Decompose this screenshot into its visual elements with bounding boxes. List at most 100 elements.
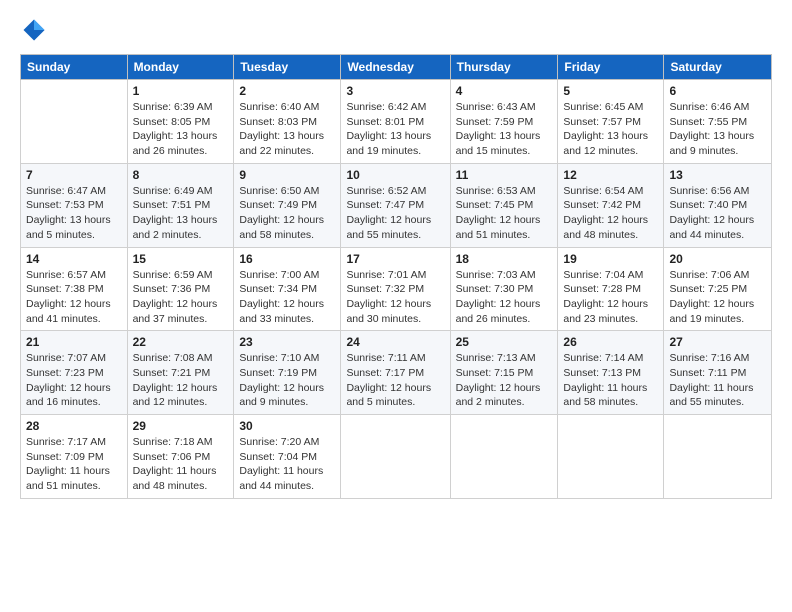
calendar-cell: 7 Sunrise: 6:47 AMSunset: 7:53 PMDaylight… — [21, 163, 128, 247]
day-info: Sunrise: 6:45 AMSunset: 7:57 PMDaylight:… — [563, 100, 658, 159]
day-number: 10 — [346, 168, 444, 182]
day-number: 24 — [346, 335, 444, 349]
day-number: 1 — [133, 84, 229, 98]
day-info: Sunrise: 7:20 AMSunset: 7:04 PMDaylight:… — [239, 435, 335, 494]
calendar-cell: 23 Sunrise: 7:10 AMSunset: 7:19 PMDayligh… — [234, 331, 341, 415]
day-info: Sunrise: 6:52 AMSunset: 7:47 PMDaylight:… — [346, 184, 444, 243]
logo-icon — [20, 16, 48, 44]
day-number: 21 — [26, 335, 122, 349]
header — [20, 16, 772, 44]
calendar-cell: 9Sunrise: 6:50 AMSunset: 7:49 PMDaylight… — [234, 163, 341, 247]
day-info: Sunrise: 7:07 AMSunset: 7:23 PMDaylight:… — [26, 351, 122, 410]
calendar-cell — [558, 415, 664, 499]
day-number: 5 — [563, 84, 658, 98]
calendar-cell: 10 Sunrise: 6:52 AMSunset: 7:47 PMDayligh… — [341, 163, 450, 247]
calendar-cell: 15 Sunrise: 6:59 AMSunset: 7:36 PMDayligh… — [127, 247, 234, 331]
calendar-cell: 12 Sunrise: 6:54 AMSunset: 7:42 PMDayligh… — [558, 163, 664, 247]
day-info: Sunrise: 6:40 AMSunset: 8:03 PMDaylight:… — [239, 100, 335, 159]
day-number: 12 — [563, 168, 658, 182]
calendar-cell: 22 Sunrise: 7:08 AMSunset: 7:21 PMDayligh… — [127, 331, 234, 415]
day-info: Sunrise: 7:00 AMSunset: 7:34 PMDaylight:… — [239, 268, 335, 327]
day-number: 16 — [239, 252, 335, 266]
day-info: Sunrise: 7:10 AMSunset: 7:19 PMDaylight:… — [239, 351, 335, 410]
day-number: 6 — [669, 84, 766, 98]
day-info: Sunrise: 7:01 AMSunset: 7:32 PMDaylight:… — [346, 268, 444, 327]
day-info: Sunrise: 6:56 AMSunset: 7:40 PMDaylight:… — [669, 184, 766, 243]
calendar-cell: 24 Sunrise: 7:11 AMSunset: 7:17 PMDayligh… — [341, 331, 450, 415]
week-row-4: 21 Sunrise: 7:07 AMSunset: 7:23 PMDayligh… — [21, 331, 772, 415]
day-number: 14 — [26, 252, 122, 266]
calendar-cell: 16 Sunrise: 7:00 AMSunset: 7:34 PMDayligh… — [234, 247, 341, 331]
day-number: 13 — [669, 168, 766, 182]
calendar-table: SundayMondayTuesdayWednesdayThursdayFrid… — [20, 54, 772, 499]
week-row-5: 28Sunrise: 7:17 AMSunset: 7:09 PMDayligh… — [21, 415, 772, 499]
day-number: 17 — [346, 252, 444, 266]
calendar-cell — [341, 415, 450, 499]
day-number: 18 — [456, 252, 553, 266]
calendar-cell: 30 Sunrise: 7:20 AMSunset: 7:04 PMDayligh… — [234, 415, 341, 499]
calendar-cell: 8 Sunrise: 6:49 AMSunset: 7:51 PMDaylight… — [127, 163, 234, 247]
day-number: 4 — [456, 84, 553, 98]
day-info: Sunrise: 7:17 AMSunset: 7:09 PMDaylight:… — [26, 435, 122, 494]
day-info: Sunrise: 6:42 AMSunset: 8:01 PMDaylight:… — [346, 100, 444, 159]
calendar-cell: 28Sunrise: 7:17 AMSunset: 7:09 PMDayligh… — [21, 415, 128, 499]
col-header-saturday: Saturday — [664, 55, 772, 80]
day-info: Sunrise: 6:43 AMSunset: 7:59 PMDaylight:… — [456, 100, 553, 159]
col-header-sunday: Sunday — [21, 55, 128, 80]
calendar-cell — [664, 415, 772, 499]
logo — [20, 16, 52, 44]
day-info: Sunrise: 7:08 AMSunset: 7:21 PMDaylight:… — [133, 351, 229, 410]
calendar-cell — [450, 415, 558, 499]
calendar-cell: 11Sunrise: 6:53 AMSunset: 7:45 PMDayligh… — [450, 163, 558, 247]
day-number: 27 — [669, 335, 766, 349]
calendar-cell: 14Sunrise: 6:57 AMSunset: 7:38 PMDayligh… — [21, 247, 128, 331]
calendar-cell: 20 Sunrise: 7:06 AMSunset: 7:25 PMDayligh… — [664, 247, 772, 331]
col-header-friday: Friday — [558, 55, 664, 80]
day-number: 20 — [669, 252, 766, 266]
col-header-tuesday: Tuesday — [234, 55, 341, 80]
day-info: Sunrise: 6:39 AMSunset: 8:05 PMDaylight:… — [133, 100, 229, 159]
day-info: Sunrise: 6:46 AMSunset: 7:55 PMDaylight:… — [669, 100, 766, 159]
calendar-cell: 25Sunrise: 7:13 AMSunset: 7:15 PMDayligh… — [450, 331, 558, 415]
calendar-cell: 19Sunrise: 7:04 AMSunset: 7:28 PMDayligh… — [558, 247, 664, 331]
day-number: 23 — [239, 335, 335, 349]
calendar-cell: 5 Sunrise: 6:45 AMSunset: 7:57 PMDaylight… — [558, 80, 664, 164]
day-info: Sunrise: 7:11 AMSunset: 7:17 PMDaylight:… — [346, 351, 444, 410]
calendar-cell — [21, 80, 128, 164]
day-info: Sunrise: 7:18 AMSunset: 7:06 PMDaylight:… — [133, 435, 229, 494]
calendar-cell: 18 Sunrise: 7:03 AMSunset: 7:30 PMDayligh… — [450, 247, 558, 331]
calendar-cell: 6 Sunrise: 6:46 AMSunset: 7:55 PMDaylight… — [664, 80, 772, 164]
day-info: Sunrise: 6:49 AMSunset: 7:51 PMDaylight:… — [133, 184, 229, 243]
day-number: 8 — [133, 168, 229, 182]
day-number: 30 — [239, 419, 335, 433]
day-info: Sunrise: 7:03 AMSunset: 7:30 PMDaylight:… — [456, 268, 553, 327]
day-info: Sunrise: 6:54 AMSunset: 7:42 PMDaylight:… — [563, 184, 658, 243]
days-header-row: SundayMondayTuesdayWednesdayThursdayFrid… — [21, 55, 772, 80]
col-header-monday: Monday — [127, 55, 234, 80]
calendar-cell: 26 Sunrise: 7:14 AMSunset: 7:13 PMDayligh… — [558, 331, 664, 415]
day-info: Sunrise: 7:16 AMSunset: 7:11 PMDaylight:… — [669, 351, 766, 410]
day-number: 22 — [133, 335, 229, 349]
day-number: 2 — [239, 84, 335, 98]
week-row-3: 14Sunrise: 6:57 AMSunset: 7:38 PMDayligh… — [21, 247, 772, 331]
calendar-cell: 2 Sunrise: 6:40 AMSunset: 8:03 PMDaylight… — [234, 80, 341, 164]
week-row-2: 7 Sunrise: 6:47 AMSunset: 7:53 PMDaylight… — [21, 163, 772, 247]
calendar-cell: 13 Sunrise: 6:56 AMSunset: 7:40 PMDayligh… — [664, 163, 772, 247]
calendar-cell: 21 Sunrise: 7:07 AMSunset: 7:23 PMDayligh… — [21, 331, 128, 415]
calendar-cell: 27 Sunrise: 7:16 AMSunset: 7:11 PMDayligh… — [664, 331, 772, 415]
day-number: 25 — [456, 335, 553, 349]
calendar-cell: 1 Sunrise: 6:39 AMSunset: 8:05 PMDaylight… — [127, 80, 234, 164]
day-number: 9 — [239, 168, 335, 182]
day-number: 7 — [26, 168, 122, 182]
day-info: Sunrise: 6:59 AMSunset: 7:36 PMDaylight:… — [133, 268, 229, 327]
day-info: Sunrise: 7:06 AMSunset: 7:25 PMDaylight:… — [669, 268, 766, 327]
day-number: 15 — [133, 252, 229, 266]
day-info: Sunrise: 7:14 AMSunset: 7:13 PMDaylight:… — [563, 351, 658, 410]
day-number: 29 — [133, 419, 229, 433]
day-number: 3 — [346, 84, 444, 98]
day-number: 11 — [456, 168, 553, 182]
day-number: 26 — [563, 335, 658, 349]
week-row-1: 1 Sunrise: 6:39 AMSunset: 8:05 PMDaylight… — [21, 80, 772, 164]
page: SundayMondayTuesdayWednesdayThursdayFrid… — [0, 0, 792, 612]
day-info: Sunrise: 6:47 AMSunset: 7:53 PMDaylight:… — [26, 184, 122, 243]
